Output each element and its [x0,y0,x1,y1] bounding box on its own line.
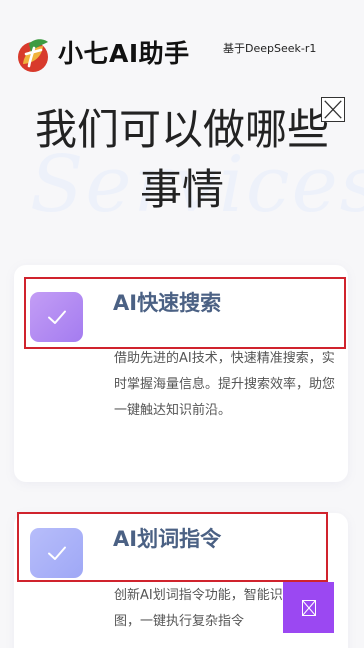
highlight-box [24,277,346,349]
model-tagline: 基于DeepSeek-r1 [223,42,317,55]
app-logo-icon[interactable] [14,34,54,74]
header: 小七AI助手 基于DeepSeek-r1 [0,0,364,100]
highlight-box [17,512,328,582]
brand-name[interactable]: 小七AI助手 [58,34,190,74]
missing-glyph-icon [301,599,316,616]
close-icon[interactable] [321,97,345,122]
floating-action-button[interactable] [283,582,334,633]
page-title: 我们可以做哪些事情 [34,105,329,214]
feature-description: 借助先进的AI技术，快速精准搜索，实时掌握海量信息。提升搜索效率，助您一键触达知… [114,351,336,418]
